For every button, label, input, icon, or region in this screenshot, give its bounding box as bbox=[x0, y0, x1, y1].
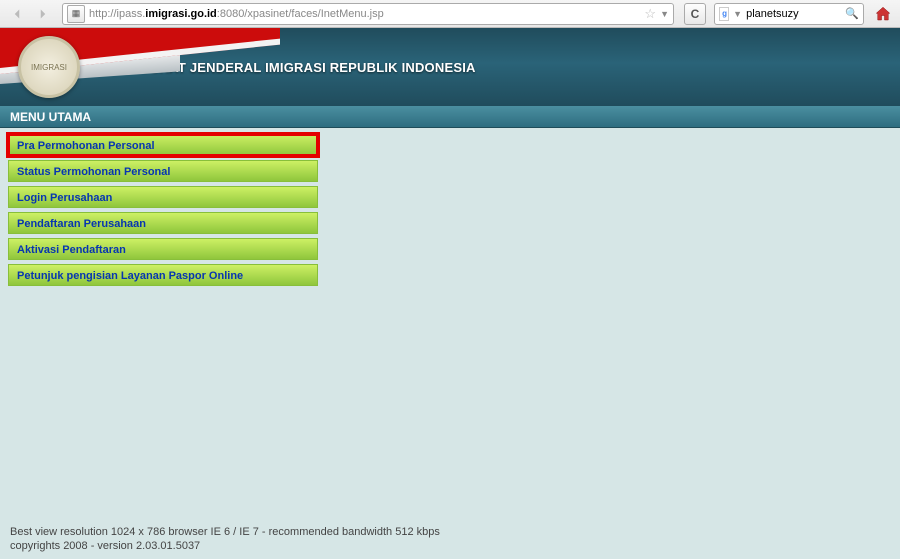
url-bar[interactable]: ▦ http://ipass.imigrasi.go.id:8080/xpasi… bbox=[62, 3, 674, 25]
footer-line-1: Best view resolution 1024 x 786 browser … bbox=[10, 525, 440, 539]
seal-logo: IMIGRASI bbox=[18, 36, 80, 98]
menu-bar: MENU UTAMA bbox=[0, 106, 900, 128]
home-icon bbox=[874, 5, 892, 23]
menu-item-aktivasi-pendaftaran[interactable]: Aktivasi Pendaftaran bbox=[8, 238, 318, 260]
menu-item-login-perusahaan[interactable]: Login Perusahaan bbox=[8, 186, 318, 208]
page-body: IMIGRASI DIREKTORAT JENDERAL IMIGRASI RE… bbox=[0, 28, 900, 559]
bookmark-star-icon[interactable]: ☆ bbox=[644, 6, 656, 22]
menu-bar-title: MENU UTAMA bbox=[10, 110, 91, 124]
reload-icon: C bbox=[691, 7, 700, 21]
menu-item-pendaftaran-perusahaan[interactable]: Pendaftaran Perusahaan bbox=[8, 212, 318, 234]
main-menu-list: Pra Permohonan Personal Status Permohona… bbox=[8, 134, 318, 286]
history-dropdown-icon[interactable]: ▼ bbox=[660, 9, 669, 19]
menu-item-status-permohonan[interactable]: Status Permohonan Personal bbox=[8, 160, 318, 182]
back-button[interactable] bbox=[6, 3, 28, 25]
forward-button[interactable] bbox=[32, 3, 54, 25]
search-bar[interactable]: g ▼ 🔍 bbox=[714, 3, 864, 25]
footer-line-2: copyrights 2008 - version 2.03.01.5037 bbox=[10, 539, 440, 553]
url-text: http://ipass.imigrasi.go.id:8080/xpasine… bbox=[89, 8, 640, 20]
favicon-icon: ▦ bbox=[67, 5, 85, 23]
home-button[interactable] bbox=[872, 3, 894, 25]
reload-button[interactable]: C bbox=[684, 3, 706, 25]
content-area: Pra Permohonan Personal Status Permohona… bbox=[0, 128, 900, 296]
footer: Best view resolution 1024 x 786 browser … bbox=[10, 525, 440, 553]
search-input[interactable] bbox=[746, 8, 841, 20]
menu-item-pra-permohonan[interactable]: Pra Permohonan Personal bbox=[8, 134, 318, 156]
search-engine-icon[interactable]: g bbox=[719, 7, 729, 21]
menu-item-petunjuk-pengisian[interactable]: Petunjuk pengisian Layanan Paspor Online bbox=[8, 264, 318, 286]
search-engine-dropdown-icon[interactable]: ▼ bbox=[733, 9, 742, 19]
header-banner: IMIGRASI DIREKTORAT JENDERAL IMIGRASI RE… bbox=[0, 28, 900, 106]
browser-toolbar: ▦ http://ipass.imigrasi.go.id:8080/xpasi… bbox=[0, 0, 900, 28]
search-icon[interactable]: 🔍 bbox=[845, 7, 859, 20]
arrow-left-icon bbox=[8, 5, 26, 23]
arrow-right-icon bbox=[34, 5, 52, 23]
